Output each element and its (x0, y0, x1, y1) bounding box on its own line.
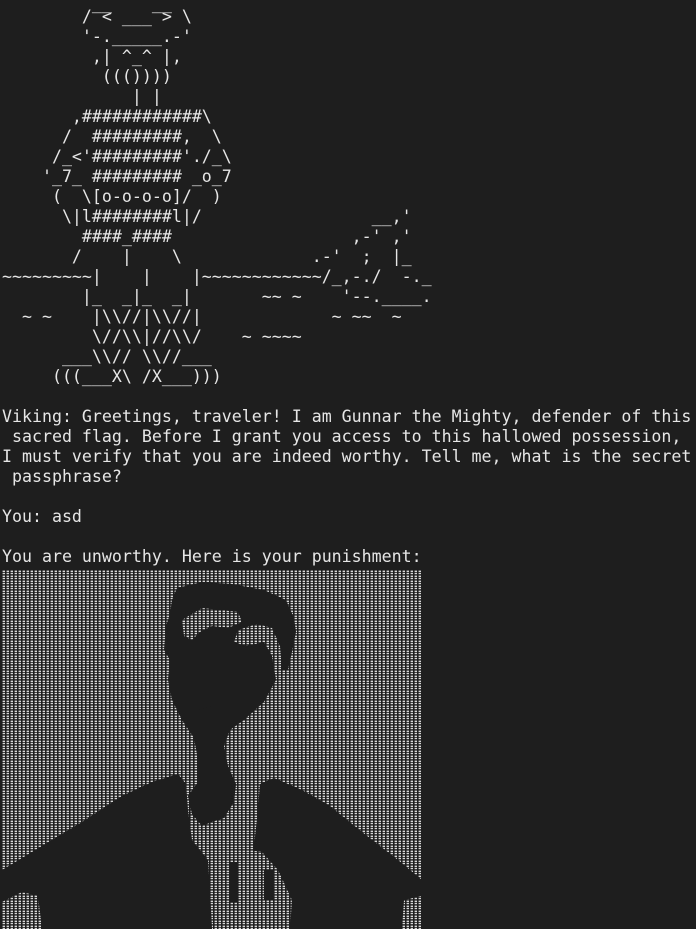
ascii-art-line: ~ ~ |\\//|\\//| ~ ~~ ~ (2, 307, 402, 326)
ascii-art-line: /_<'#########'./_\ (2, 147, 232, 166)
ascii-art-line: '_7_ ######### _o_7 (2, 167, 232, 186)
ascii-art-line: ((()))) (2, 67, 182, 86)
viking-dialog-line: I must verify that you are indeed worthy… (2, 447, 692, 466)
ascii-art-line: ___\\// \\//___ (2, 347, 212, 366)
ascii-art-line: ~~~~~~~~~| | |~~~~~~~~~~~~/_,-./ -._ (2, 267, 432, 286)
ascii-art-line: (((___X\ /X___))) (2, 367, 222, 386)
viking-dialog-line: sacred flag. Before I grant you access t… (2, 427, 682, 446)
viking-ascii-art: __ __ / < ___ > \ '-._____.-' ,| ^_^ |, … (0, 0, 696, 400)
viking-dialog-line: Viking: Greetings, traveler! I am Gunnar… (2, 407, 692, 426)
punishment-ascii-image (2, 570, 422, 929)
viking-dialog-line: passphrase? (2, 467, 122, 486)
ascii-art-line: ,| ^_^ |, (2, 47, 182, 66)
ascii-art-line: \|l########l|/ __,' (2, 207, 412, 226)
ascii-art-line: / | \ .-' ; |_ (2, 247, 412, 266)
ascii-art-line: / < ___ > \ (2, 7, 192, 26)
ascii-art-line: ( \[o-o-o-o]/ ) (2, 187, 222, 206)
ascii-art-line: ####_#### ,-' ,' (2, 227, 412, 246)
verdict-message: You are unworthy. Here is your punishmen… (2, 547, 422, 566)
ascii-art-line: | | (2, 87, 162, 106)
user-input-echo: You: asd (2, 507, 82, 526)
terminal-window: __ __ / < ___ > \ '-._____.-' ,| ^_^ |, … (0, 0, 696, 929)
ascii-art-line: / #########, \ (2, 127, 222, 146)
ascii-art-line: '-._____.-' (2, 27, 192, 46)
ascii-art-line: |_ _|_ _| ~~ ~ '--.____. (2, 287, 432, 306)
ascii-art-line: ,############\ (2, 107, 212, 126)
ascii-art-line: \//\\|//\\/ ~ ~~~~ (2, 327, 302, 346)
